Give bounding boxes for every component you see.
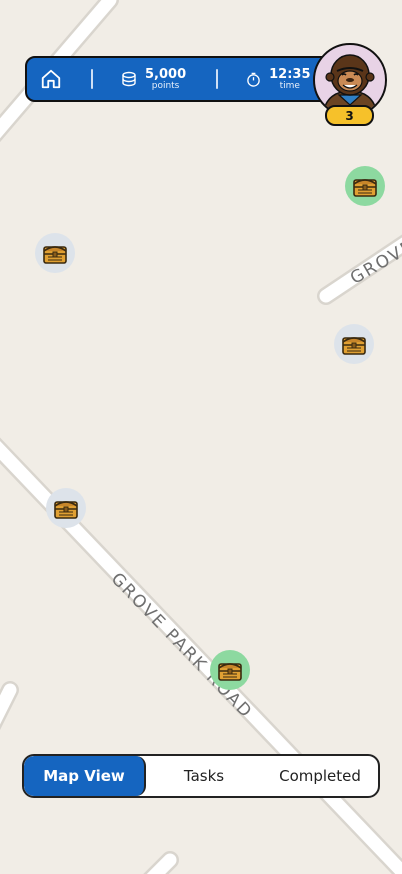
treasure-marker-found[interactable] bbox=[210, 650, 250, 690]
time-value: 12:35 bbox=[269, 66, 311, 82]
divider bbox=[91, 69, 93, 89]
time-stat: 12:35 time bbox=[246, 66, 311, 91]
coins-icon bbox=[122, 71, 136, 87]
home-icon bbox=[41, 69, 61, 89]
points-label: points bbox=[151, 80, 180, 91]
tab-map-view[interactable]: Map View bbox=[24, 756, 146, 796]
treasure-chest-icon bbox=[342, 337, 366, 355]
home-button[interactable] bbox=[27, 68, 75, 90]
divider bbox=[216, 69, 219, 89]
treasure-chest-icon bbox=[43, 246, 67, 264]
tab-completed[interactable]: Completed bbox=[262, 756, 378, 796]
treasure-chest-icon bbox=[353, 179, 377, 197]
map-canvas[interactable]: GROVE PARK ROAD GROVE bbox=[0, 0, 402, 874]
time-label: time bbox=[279, 80, 300, 91]
treasure-chest-icon bbox=[218, 663, 242, 681]
view-tab-bar: Map View Tasks Completed bbox=[22, 754, 380, 798]
stopwatch-icon bbox=[247, 72, 260, 87]
treasure-marker-locked[interactable] bbox=[35, 233, 75, 273]
level-badge: 3 bbox=[325, 105, 374, 126]
points-value: 5,000 bbox=[145, 66, 187, 82]
treasure-marker-found[interactable] bbox=[345, 166, 385, 206]
treasure-marker-locked[interactable] bbox=[334, 324, 374, 364]
road-network bbox=[0, 0, 402, 874]
treasure-chest-icon bbox=[54, 501, 78, 519]
points-stat: 5,000 points bbox=[121, 68, 186, 91]
treasure-marker-locked[interactable] bbox=[46, 488, 86, 528]
tab-tasks[interactable]: Tasks bbox=[146, 756, 262, 796]
top-status-bar: 5,000 points 12:35 time bbox=[25, 56, 355, 102]
